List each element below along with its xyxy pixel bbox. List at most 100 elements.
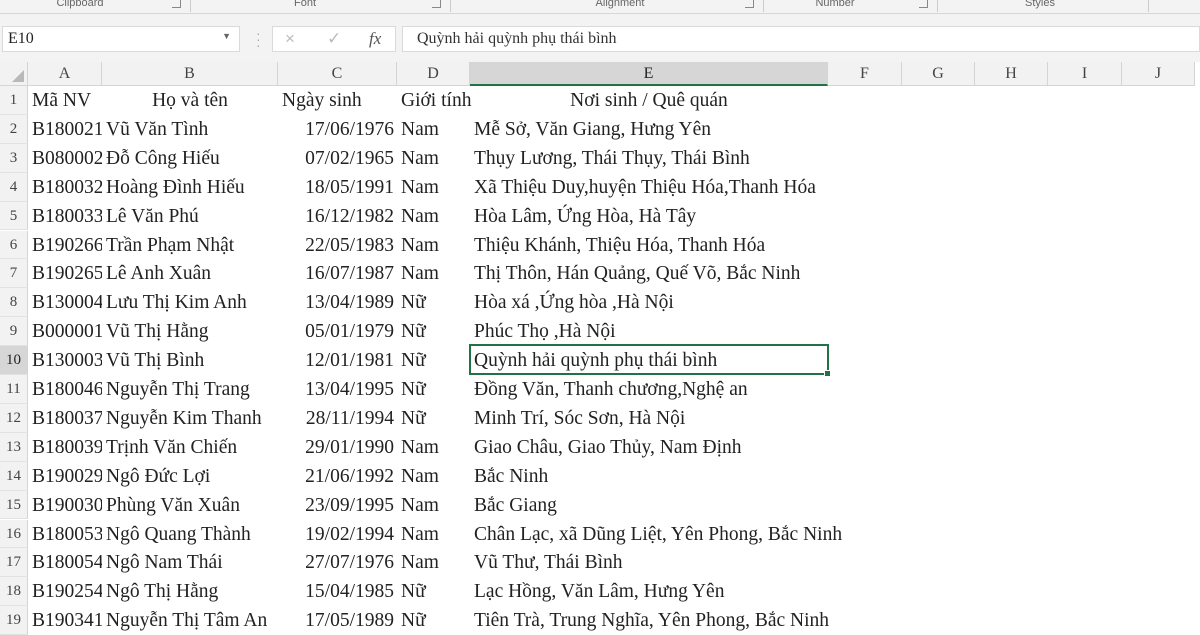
cell-C19[interactable]: 17/05/1989 [278, 606, 397, 635]
cell-E10[interactable]: Quỳnh hải quỳnh phụ thái bình [470, 346, 1170, 375]
cell-A18[interactable]: B190254 [28, 577, 102, 606]
cell-D16[interactable]: Nam [397, 520, 470, 549]
cell-C8[interactable]: 13/04/1989 [278, 288, 397, 317]
row-header[interactable]: 12 [0, 403, 28, 433]
cell-B15[interactable]: Phùng Văn Xuân [102, 491, 278, 520]
cell-D4[interactable]: Nam [397, 173, 470, 202]
cell-C11[interactable]: 13/04/1995 [278, 375, 397, 404]
cell-D8[interactable]: Nữ [397, 288, 470, 317]
cell-D10[interactable]: Nữ [397, 346, 470, 375]
column-header-C[interactable]: C [278, 62, 397, 86]
cell-E17[interactable]: Vũ Thư, Thái Bình [470, 548, 1170, 577]
column-header-G[interactable]: G [902, 62, 975, 86]
row-header[interactable]: 15 [0, 490, 28, 520]
row-header[interactable]: 9 [0, 317, 28, 347]
column-header-B[interactable]: B [102, 62, 278, 86]
column-header-E[interactable]: E [470, 62, 828, 86]
row-header[interactable]: 10 [0, 346, 28, 375]
row-header[interactable]: 5 [0, 201, 28, 231]
cell-D14[interactable]: Nam [397, 462, 470, 491]
cell-C13[interactable]: 29/01/1990 [278, 433, 397, 462]
cell-E16[interactable]: Chân Lạc, xã Dũng Liệt, Yên Phong, Bắc N… [470, 520, 1170, 549]
cell-D18[interactable]: Nữ [397, 577, 470, 606]
cell-B10[interactable]: Vũ Thị Bình [102, 346, 278, 375]
cell-C5[interactable]: 16/12/1982 [278, 202, 397, 231]
cell-E3[interactable]: Thụy Lương, Thái Thụy, Thái Bình [470, 144, 1170, 173]
cell-A4[interactable]: B180032 [28, 173, 102, 202]
row-header[interactable]: 17 [0, 548, 28, 578]
cell-D1[interactable]: Giới tính [397, 86, 471, 115]
row-header[interactable]: 8 [0, 288, 28, 318]
cell-A12[interactable]: B180037 [28, 404, 102, 433]
cell-B8[interactable]: Lưu Thị Kim Anh [102, 288, 278, 317]
cell-C16[interactable]: 19/02/1994 [278, 520, 397, 549]
cell-E18[interactable]: Lạc Hồng, Văn Lâm, Hưng Yên [470, 577, 1170, 606]
cell-C4[interactable]: 18/05/1991 [278, 173, 397, 202]
insert-function-icon[interactable]: fx [369, 29, 381, 49]
cell-C6[interactable]: 22/05/1983 [278, 231, 397, 260]
cell-D5[interactable]: Nam [397, 202, 470, 231]
cell-A19[interactable]: B190341 [28, 606, 102, 635]
row-header[interactable]: 6 [0, 230, 28, 260]
cell-A14[interactable]: B190029 [28, 462, 102, 491]
cell-D2[interactable]: Nam [397, 115, 470, 144]
column-header-J[interactable]: J [1122, 62, 1195, 86]
cell-D19[interactable]: Nữ [397, 606, 470, 635]
row-header[interactable]: 7 [0, 259, 28, 289]
cell-C12[interactable]: 28/11/1994 [278, 404, 397, 433]
cell-B13[interactable]: Trịnh Văn Chiến [102, 433, 278, 462]
cell-C1[interactable]: Ngày sinh [278, 86, 397, 115]
cell-C7[interactable]: 16/07/1987 [278, 259, 397, 288]
column-header-A[interactable]: A [28, 62, 102, 86]
drag-handle-icon[interactable]: · · · [256, 26, 261, 52]
cell-C18[interactable]: 15/04/1985 [278, 577, 397, 606]
cell-D15[interactable]: Nam [397, 491, 470, 520]
cell-D12[interactable]: Nữ [397, 404, 470, 433]
cell-A3[interactable]: B080002 [28, 144, 102, 173]
cell-C9[interactable]: 05/01/1979 [278, 317, 397, 346]
column-header-H[interactable]: H [975, 62, 1048, 86]
row-header[interactable]: 4 [0, 172, 28, 202]
cell-E11[interactable]: Đồng Văn, Thanh chương,Nghệ an [470, 375, 1170, 404]
cell-C3[interactable]: 07/02/1965 [278, 144, 397, 173]
cell-A1[interactable]: Mã NV [28, 86, 102, 115]
cell-E1[interactable]: Nơi sinh / Quê quán [470, 86, 828, 115]
cell-B12[interactable]: Nguyễn Kim Thanh [102, 404, 278, 433]
cell-C17[interactable]: 27/07/1976 [278, 548, 397, 577]
name-box[interactable]: E10 ▼ [2, 26, 240, 52]
cell-B14[interactable]: Ngô Đức Lợi [102, 462, 278, 491]
cell-D6[interactable]: Nam [397, 231, 470, 260]
cell-E5[interactable]: Hòa Lâm, Ứng Hòa, Hà Tây [470, 202, 1170, 231]
row-header[interactable]: 18 [0, 577, 28, 607]
cell-A16[interactable]: B180053 [28, 520, 102, 549]
cell-E8[interactable]: Hòa xá ,Ứng hòa ,Hà Nội [470, 288, 1170, 317]
cell-A10[interactable]: B130003 [28, 346, 102, 375]
chevron-down-icon[interactable]: ▼ [222, 31, 231, 41]
number-launcher-icon[interactable] [919, 0, 928, 8]
cell-E7[interactable]: Thị Thôn, Hán Quảng, Quế Võ, Bắc Ninh [470, 259, 1170, 288]
cell-B9[interactable]: Vũ Thị Hằng [102, 317, 278, 346]
cell-E4[interactable]: Xã Thiệu Duy,huyện Thiệu Hóa,Thanh Hóa [470, 173, 1170, 202]
cell-A9[interactable]: B000001 [28, 317, 102, 346]
cell-E19[interactable]: Tiên Trà, Trung Nghĩa, Yên Phong, Bắc Ni… [470, 606, 1170, 635]
column-header-F[interactable]: F [828, 62, 902, 86]
cell-D9[interactable]: Nữ [397, 317, 470, 346]
cell-D3[interactable]: Nam [397, 144, 470, 173]
cell-C15[interactable]: 23/09/1995 [278, 491, 397, 520]
cell-E2[interactable]: Mễ Sở, Văn Giang, Hưng Yên [470, 115, 1170, 144]
cell-D7[interactable]: Nam [397, 259, 470, 288]
cell-E6[interactable]: Thiệu Khánh, Thiệu Hóa, Thanh Hóa [470, 231, 1170, 260]
cell-E15[interactable]: Bắc Giang [470, 491, 1170, 520]
cell-A8[interactable]: B130004 [28, 288, 102, 317]
column-header-I[interactable]: I [1048, 62, 1122, 86]
row-header[interactable]: 11 [0, 375, 28, 404]
font-launcher-icon[interactable] [432, 0, 441, 8]
row-header[interactable]: 1 [0, 86, 28, 115]
cell-B4[interactable]: Hoàng Đình Hiếu [102, 173, 278, 202]
row-header[interactable]: 19 [0, 606, 28, 635]
cell-B16[interactable]: Ngô Quang Thành [102, 520, 278, 549]
row-header[interactable]: 2 [0, 114, 28, 144]
row-header[interactable]: 3 [0, 143, 28, 173]
cell-B5[interactable]: Lê Văn Phú [102, 202, 278, 231]
cell-B7[interactable]: Lê Anh Xuân [102, 259, 278, 288]
